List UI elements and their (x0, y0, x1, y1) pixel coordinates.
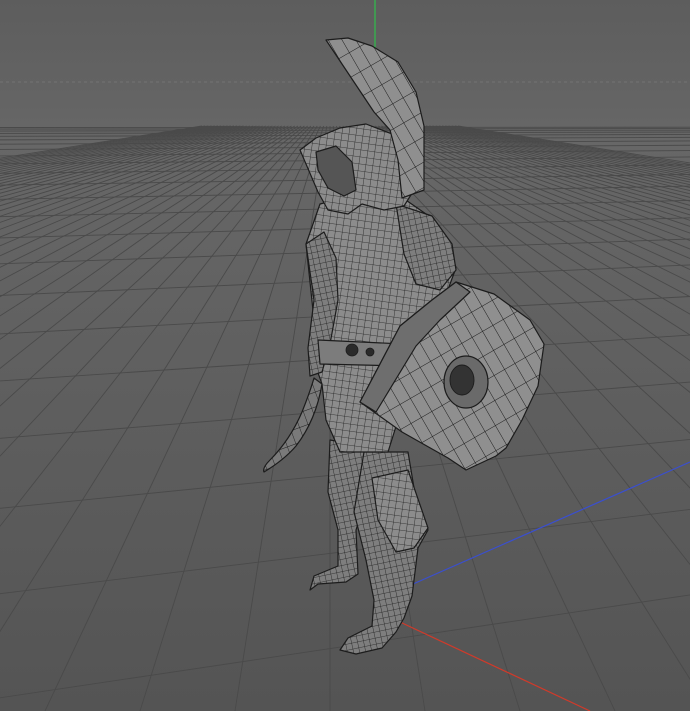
belt-stud (345, 343, 359, 357)
shield-boss-center (449, 364, 475, 396)
belt-stud (365, 347, 375, 357)
3d-viewport[interactable] (0, 0, 690, 711)
viewport-canvas[interactable] (0, 0, 690, 711)
